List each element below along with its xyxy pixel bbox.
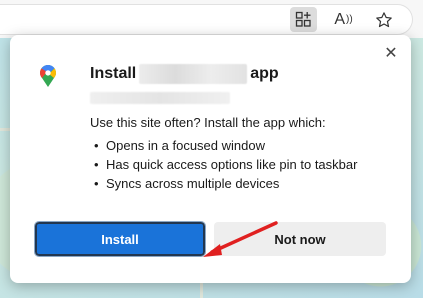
list-item: • Syncs across multiple devices: [94, 176, 280, 191]
feature-list: • Opens in a focused window • Has quick ac…: [94, 136, 357, 193]
dialog-description: Use this site often? Install the app whi…: [90, 115, 326, 130]
maps-pin-icon: [40, 65, 56, 92]
title-suffix: app: [250, 65, 279, 82]
dialog-title: Install app: [90, 64, 279, 84]
redacted-app-name: [139, 64, 248, 84]
install-app-dialog: ✕ Install app Use this site often? Insta…: [10, 35, 411, 283]
title-prefix: Install: [90, 65, 137, 82]
favorite-star-icon[interactable]: [370, 7, 397, 32]
read-aloud-icon[interactable]: A)): [330, 7, 357, 32]
redacted-site-url: [90, 92, 230, 104]
install-button[interactable]: Install: [34, 221, 206, 257]
list-item: • Opens in a focused window: [94, 138, 265, 153]
list-item: • Has quick access options like pin to ta…: [94, 157, 358, 172]
app-available-icon[interactable]: [290, 7, 317, 32]
browser-toolbar: A)): [0, 0, 423, 38]
close-icon[interactable]: ✕: [381, 43, 401, 63]
annotation-arrow-icon: [203, 221, 278, 257]
